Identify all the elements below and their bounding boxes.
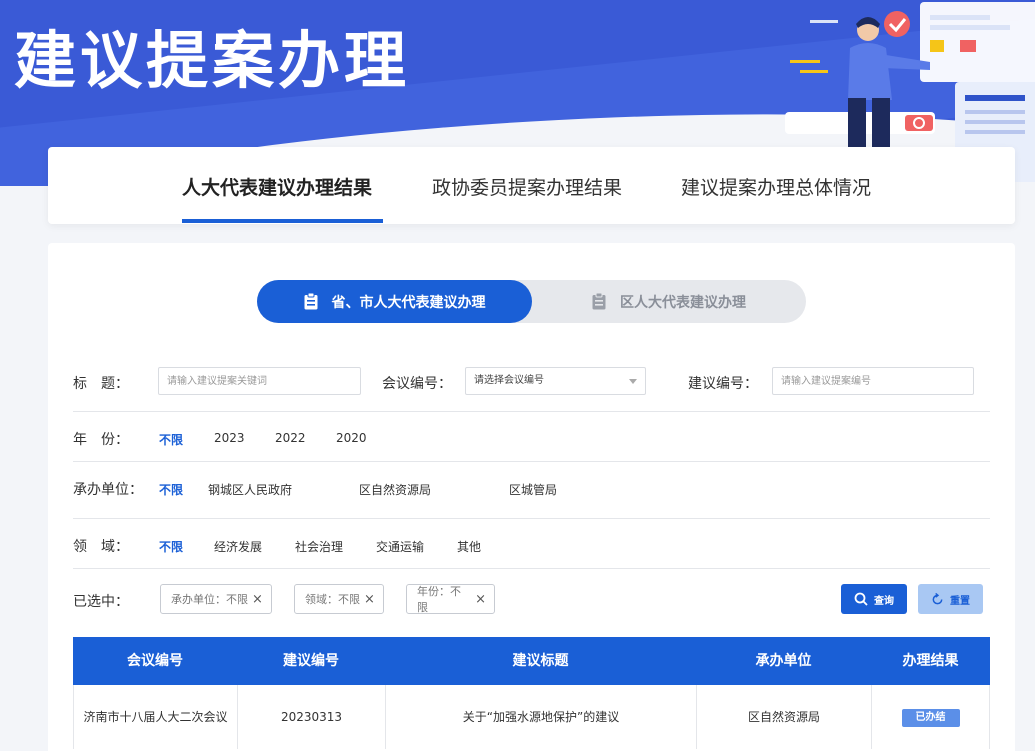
unit-filter-label: 承办单位：	[73, 482, 143, 498]
column-header-result: 办理结果	[902, 653, 959, 669]
tab-overall[interactable]: 建议提案办理总体情况	[681, 173, 871, 200]
cell-result: 已办结	[872, 685, 989, 749]
status-badge: 已办结	[901, 708, 960, 727]
year-option-2022[interactable]: 2022	[275, 431, 306, 445]
clipboard-icon	[304, 293, 317, 310]
field-option-other[interactable]: 其他	[457, 538, 481, 555]
table-row[interactable]: 济南市十八届人大二次会议 20230313 关于“加强水源地保护”的建议 区自然…	[73, 685, 990, 749]
switch-provincial-city[interactable]: 省、市人大代表建议办理	[257, 280, 532, 323]
tab-npc-results[interactable]: 人大代表建议办理结果	[182, 173, 372, 200]
level-switcher: 省、市人大代表建议办理 区人大代表建议办理	[257, 280, 806, 323]
cell-proposal-no: 20230313	[238, 685, 386, 749]
filter-divider	[73, 568, 990, 569]
close-icon[interactable]: ×	[252, 592, 263, 607]
filter-divider	[73, 411, 990, 412]
title-input[interactable]	[158, 367, 361, 395]
tab-cppcc-results[interactable]: 政协委员提案办理结果	[432, 173, 622, 200]
year-option-2020[interactable]: 2020	[336, 431, 367, 445]
tab-bar: 人大代表建议办理结果 政协委员提案办理结果 建议提案办理总体情况	[48, 147, 1015, 224]
proposal-filter-label: 建议编号：	[688, 376, 758, 392]
query-button-label: 查询	[874, 595, 894, 607]
tab-active-indicator	[182, 219, 383, 223]
year-option-2023[interactable]: 2023	[214, 431, 245, 445]
switch-district-label: 区人大代表建议办理	[620, 294, 746, 311]
column-header-title: 建议标题	[512, 653, 569, 669]
filter-divider	[73, 461, 990, 462]
unit-option-natural-resources[interactable]: 区自然资源局	[359, 481, 431, 498]
unit-option-all[interactable]: 不限	[159, 481, 183, 498]
column-header-unit: 承办单位	[755, 653, 812, 669]
cell-unit: 区自然资源局	[697, 685, 872, 749]
year-option-all[interactable]: 不限	[159, 431, 183, 448]
field-option-social[interactable]: 社会治理	[295, 538, 343, 555]
switch-district[interactable]: 区人大代表建议办理	[532, 280, 806, 323]
clipboard-icon	[592, 293, 606, 310]
page-title: 建议提案办理	[14, 24, 411, 97]
main-content: 省、市人大代表建议办理 区人大代表建议办理 标 题： 会议编号： 请选择会议编号…	[48, 243, 1015, 751]
chip-label: 承办单位：不限	[171, 593, 248, 606]
field-filter-label: 领 域：	[73, 539, 129, 555]
refresh-icon	[932, 592, 943, 604]
close-icon[interactable]: ×	[475, 592, 486, 607]
query-button[interactable]: 查询	[841, 584, 907, 614]
column-header-proposal-no: 建议编号	[283, 653, 339, 669]
chip-label: 年份：不限	[417, 585, 461, 614]
column-header-meeting: 会议编号	[127, 653, 183, 669]
switch-provincial-city-label: 省、市人大代表建议办理	[331, 294, 486, 311]
selected-chip-year[interactable]: 年份：不限 ×	[406, 584, 495, 614]
meeting-select[interactable]: 请选择会议编号	[465, 367, 646, 395]
reset-button[interactable]: 重置	[918, 584, 983, 614]
field-option-all[interactable]: 不限	[159, 538, 183, 555]
cell-title[interactable]: 关于“加强水源地保护”的建议	[386, 685, 697, 749]
year-filter-label: 年 份：	[73, 432, 129, 448]
meeting-filter-label: 会议编号：	[382, 376, 452, 392]
unit-option-urban-mgmt[interactable]: 区城管局	[509, 481, 557, 498]
chevron-down-icon	[629, 379, 637, 384]
cell-meeting: 济南市十八届人大二次会议	[74, 685, 238, 749]
field-option-transport[interactable]: 交通运输	[376, 538, 424, 555]
meeting-select-value: 请选择会议编号	[474, 375, 544, 386]
proposal-number-input[interactable]	[772, 367, 974, 395]
unit-option-gangcheng-govt[interactable]: 钢城区人民政府	[208, 481, 292, 498]
filter-divider	[73, 518, 990, 519]
reset-button-label: 重置	[950, 595, 970, 607]
selected-chip-field[interactable]: 领域：不限 ×	[294, 584, 384, 614]
field-option-economy[interactable]: 经济发展	[214, 538, 262, 555]
selected-chip-unit[interactable]: 承办单位：不限 ×	[160, 584, 272, 614]
close-icon[interactable]: ×	[364, 592, 375, 607]
selected-label: 已选中：	[73, 594, 129, 610]
search-icon	[854, 592, 868, 606]
table-header: 会议编号 建议编号 建议标题 承办单位 办理结果	[73, 637, 990, 685]
title-filter-label: 标 题：	[73, 376, 129, 392]
chip-label: 领域：不限	[305, 593, 360, 606]
